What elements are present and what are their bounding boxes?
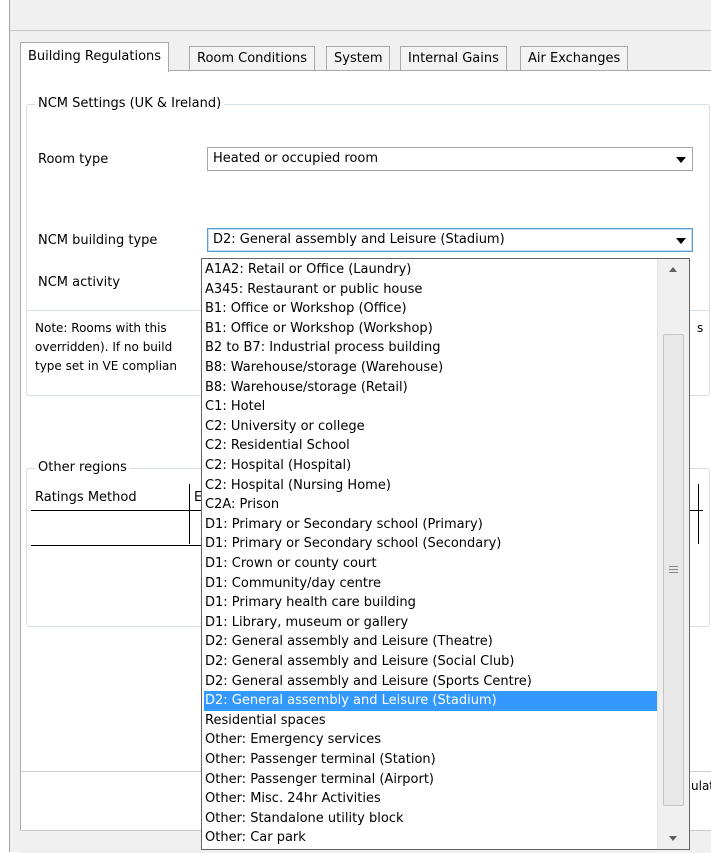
dropdown-option[interactable]: D2: General assembly and Leisure (Sports… bbox=[204, 672, 658, 692]
dropdown-option[interactable]: D2: General assembly and Leisure (Stadiu… bbox=[204, 691, 658, 712]
dropdown-option[interactable]: B8: Warehouse/storage (Retail) bbox=[204, 378, 658, 398]
other-regions-legend: Other regions bbox=[35, 460, 130, 475]
ratings-method-header[interactable]: Ratings Method bbox=[35, 490, 137, 505]
ncm-building-type-label: NCM building type bbox=[38, 233, 158, 248]
dropdown-option[interactable]: Other: Car park bbox=[204, 828, 658, 848]
table-right-edge bbox=[698, 484, 699, 544]
dropdown-option[interactable]: D1: Primary or Secondary school (Primary… bbox=[204, 515, 658, 535]
dropdown-option[interactable]: Other: Passenger terminal (Airport) bbox=[204, 770, 658, 790]
dropdown-option[interactable]: B8: Warehouse/storage (Warehouse) bbox=[204, 358, 658, 378]
grip-line bbox=[669, 572, 678, 573]
tab-room-conditions[interactable]: Room Conditions bbox=[189, 46, 315, 71]
scroll-up-icon[interactable] bbox=[658, 259, 689, 279]
ncm-settings-legend: NCM Settings (UK & Ireland) bbox=[35, 96, 225, 111]
dropdown-option[interactable]: C2: University or college bbox=[204, 417, 658, 437]
chevron-down-icon bbox=[676, 157, 686, 163]
tab-building-regulations[interactable]: Building Regulations bbox=[20, 42, 170, 72]
tab-air-exchanges[interactable]: Air Exchanges bbox=[520, 46, 629, 71]
note-line-2: overridden). If no build bbox=[35, 340, 173, 354]
grip-line bbox=[669, 569, 678, 570]
dropdown-option[interactable]: A1A2: Retail or Office (Laundry) bbox=[204, 260, 658, 280]
dropdown-option[interactable]: C2: Hospital (Hospital) bbox=[204, 456, 658, 476]
column-divider bbox=[189, 484, 190, 544]
room-type-value: Heated or occupied room bbox=[213, 151, 379, 166]
dropdown-option[interactable]: D1: Crown or county court bbox=[204, 554, 658, 574]
dropdown-option[interactable]: C2: Hospital (Nursing Home) bbox=[204, 476, 658, 496]
scroll-down-icon[interactable] bbox=[658, 829, 689, 849]
dropdown-scrollbar[interactable] bbox=[657, 259, 689, 849]
top-strip bbox=[10, 0, 711, 31]
chevron-down-icon bbox=[676, 238, 686, 244]
dropdown-option[interactable]: C2A: Prison bbox=[204, 495, 658, 515]
ncm-building-type-select[interactable]: D2: General assembly and Leisure (Stadiu… bbox=[207, 228, 693, 252]
dropdown-option[interactable]: B1: Office or Workshop (Workshop) bbox=[204, 319, 658, 339]
dropdown-option[interactable]: Other: Passenger terminal (Station) bbox=[204, 750, 658, 770]
dropdown-option[interactable]: D1: Primary health care building bbox=[204, 593, 658, 613]
tab-internal-gains[interactable]: Internal Gains bbox=[400, 46, 507, 71]
dropdown-option[interactable]: Other: Misc. 24hr Activities bbox=[204, 789, 658, 809]
scroll-thumb[interactable] bbox=[663, 334, 684, 806]
ncm-building-type-dropdown[interactable]: A1A2: Retail or Office (Laundry) A345: Re… bbox=[201, 258, 690, 850]
ncm-building-type-value: D2: General assembly and Leisure (Stadiu… bbox=[213, 232, 505, 247]
table-row-line bbox=[31, 545, 201, 546]
bottom-right-fragment: ulat bbox=[691, 779, 711, 793]
note-right-fragment: s bbox=[697, 321, 704, 335]
tab-system[interactable]: System bbox=[326, 46, 391, 71]
dropdown-option[interactable]: D1: Community/day centre bbox=[204, 574, 658, 594]
dropdown-option[interactable]: Other: Emergency services bbox=[204, 730, 658, 750]
dropdown-option[interactable]: Other: Standalone utility block bbox=[204, 809, 658, 829]
note-line-3: type set in VE complian bbox=[35, 359, 178, 373]
room-type-select[interactable]: Heated or occupied room bbox=[207, 147, 693, 171]
dropdown-option[interactable]: D2: General assembly and Leisure (Theatr… bbox=[204, 632, 658, 652]
note-text: Note: Rooms with this overridden). If no… bbox=[35, 319, 177, 376]
note-line-1: Note: Rooms with this bbox=[35, 321, 167, 335]
dropdown-option[interactable]: D2: General assembly and Leisure (Social… bbox=[204, 652, 658, 672]
dropdown-option[interactable]: Residential spaces bbox=[204, 711, 658, 731]
grip-line bbox=[669, 566, 678, 567]
dropdown-option[interactable]: A345: Restaurant or public house bbox=[204, 280, 658, 300]
dropdown-option[interactable]: C1: Hotel bbox=[204, 397, 658, 417]
dropdown-option[interactable]: D1: Library, museum or gallery bbox=[204, 613, 658, 633]
dropdown-option[interactable]: D1: Primary or Secondary school (Seconda… bbox=[204, 534, 658, 554]
room-type-label: Room type bbox=[38, 152, 109, 167]
dropdown-option[interactable]: C2: Residential School bbox=[204, 436, 658, 456]
dropdown-option[interactable]: B1: Office or Workshop (Office) bbox=[204, 299, 658, 319]
ncm-activity-label: NCM activity bbox=[38, 275, 121, 290]
dropdown-option[interactable]: B2 to B7: Industrial process building bbox=[204, 338, 658, 358]
